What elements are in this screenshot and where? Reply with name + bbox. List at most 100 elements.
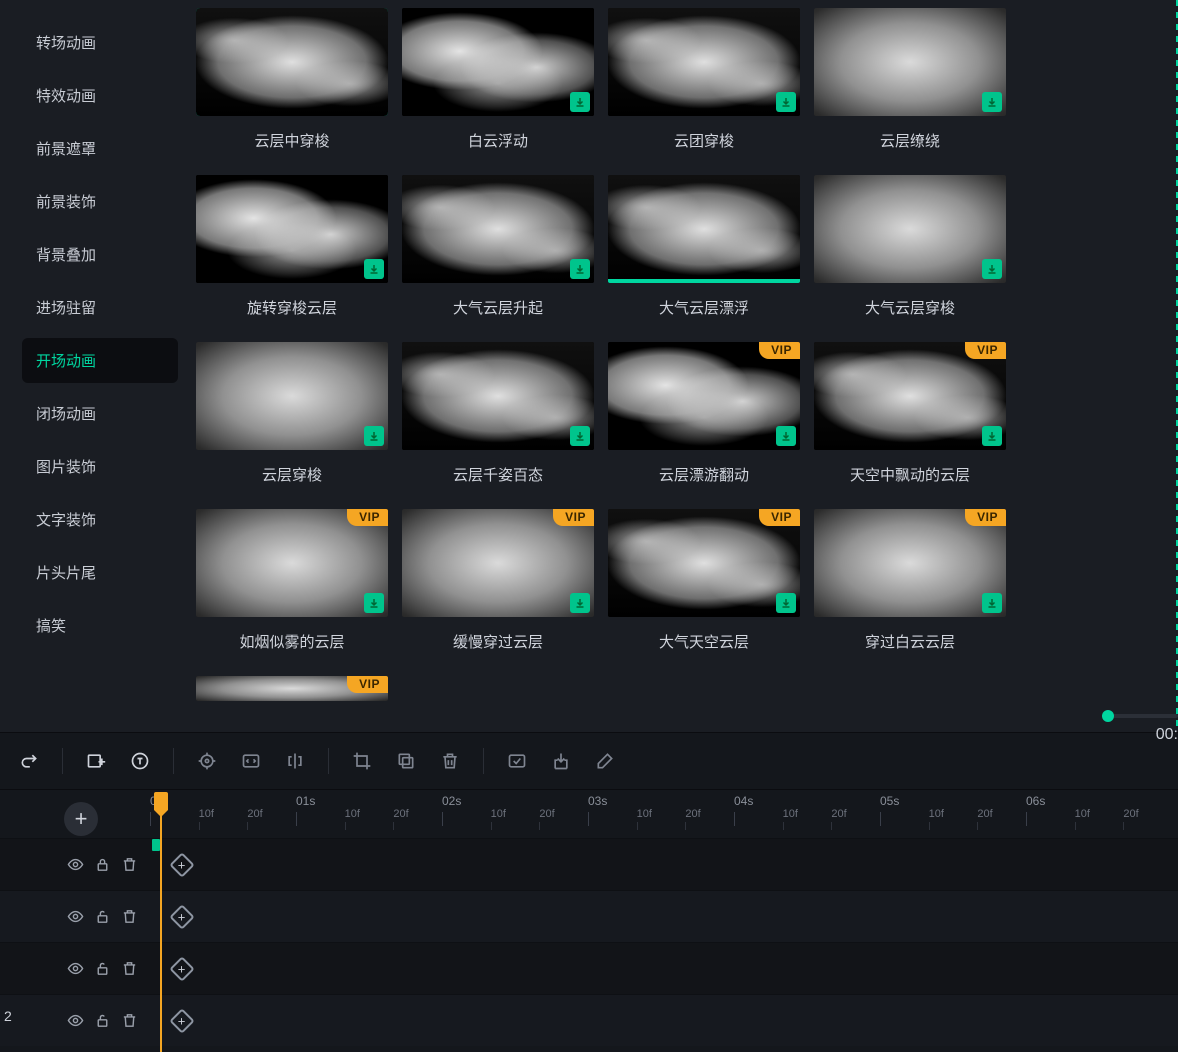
download-icon[interactable]: [982, 259, 1002, 279]
asset-card: VIP 缓慢穿过云层: [402, 509, 594, 652]
asset-thumbnail[interactable]: [814, 8, 1006, 116]
add-keyframe-button[interactable]: +: [170, 853, 194, 877]
progress-bar: [608, 279, 800, 283]
sidebar-item[interactable]: 开场动画: [22, 338, 178, 383]
asset-label: 大气云层升起: [453, 297, 543, 318]
add-track-button[interactable]: +: [64, 802, 98, 836]
sidebar-item[interactable]: 片头片尾: [22, 550, 178, 595]
asset-label: 白云浮动: [468, 130, 528, 151]
vip-badge: VIP: [759, 342, 800, 359]
asset-browser: 转场动画特效动画前景遮罩前景装饰背景叠加进场驻留开场动画闭场动画图片装饰文字装饰…: [0, 0, 1178, 732]
timeline-toolbar: [0, 732, 1178, 790]
download-icon[interactable]: [982, 426, 1002, 446]
mirror-button[interactable]: [276, 742, 314, 780]
layer-number-label: 2: [4, 1008, 12, 1024]
asset-thumbnail[interactable]: VIP: [608, 342, 800, 450]
crop-button[interactable]: [343, 742, 381, 780]
sidebar-item[interactable]: 特效动画: [22, 73, 178, 118]
asset-card: VIP: [196, 676, 388, 701]
download-icon[interactable]: [364, 593, 384, 613]
sidebar-item[interactable]: 闭场动画: [22, 391, 178, 436]
asset-label: 缓慢穿过云层: [453, 631, 543, 652]
download-icon[interactable]: [570, 426, 590, 446]
export-button[interactable]: [542, 742, 580, 780]
visibility-icon[interactable]: [67, 908, 84, 925]
trash-icon[interactable]: [121, 856, 138, 873]
asset-thumbnail[interactable]: [402, 175, 594, 283]
visibility-icon[interactable]: [67, 856, 84, 873]
add-media-button[interactable]: [77, 742, 115, 780]
asset-label: 云层缭绕: [880, 130, 940, 151]
add-keyframe-button[interactable]: +: [170, 957, 194, 981]
download-icon[interactable]: [570, 259, 590, 279]
asset-thumbnail[interactable]: [814, 175, 1006, 283]
lock-icon[interactable]: [94, 856, 111, 873]
zoom-time-readout: 00:: [1156, 726, 1178, 744]
redo-button[interactable]: [10, 742, 48, 780]
visibility-icon[interactable]: [67, 1012, 84, 1029]
download-icon[interactable]: [982, 593, 1002, 613]
timeline-ruler[interactable]: 0s10f20f01s10f20f02s10f20f03s10f20f04s10…: [150, 794, 1178, 834]
sidebar-item[interactable]: 转场动画: [22, 20, 178, 65]
preview-check-button[interactable]: [498, 742, 536, 780]
text-tool-button[interactable]: [121, 742, 159, 780]
edit-button[interactable]: [586, 742, 624, 780]
sidebar-item[interactable]: 搞笑: [22, 603, 178, 648]
asset-thumbnail[interactable]: [196, 8, 388, 116]
download-icon[interactable]: [776, 426, 796, 446]
asset-thumbnail[interactable]: VIP: [608, 509, 800, 617]
download-icon[interactable]: [982, 92, 1002, 112]
sidebar-item[interactable]: 进场驻留: [22, 285, 178, 330]
trash-icon[interactable]: [121, 1012, 138, 1029]
sidebar-item[interactable]: 背景叠加: [22, 232, 178, 277]
target-button[interactable]: [188, 742, 226, 780]
trash-icon[interactable]: [121, 908, 138, 925]
lock-icon[interactable]: [94, 960, 111, 977]
asset-thumbnail[interactable]: [402, 8, 594, 116]
asset-thumbnail[interactable]: [608, 175, 800, 283]
asset-label: 云层中穿梭: [254, 130, 329, 151]
lock-icon[interactable]: [94, 1012, 111, 1029]
asset-thumbnail[interactable]: VIP: [814, 342, 1006, 450]
download-icon[interactable]: [776, 92, 796, 112]
download-icon[interactable]: [776, 593, 796, 613]
visibility-icon[interactable]: [67, 960, 84, 977]
sidebar-item[interactable]: 图片装饰: [22, 444, 178, 489]
sidebar-item[interactable]: 前景装饰: [22, 179, 178, 224]
asset-label: 穿过白云云层: [865, 631, 955, 652]
download-icon[interactable]: [570, 92, 590, 112]
asset-thumbnail[interactable]: [402, 342, 594, 450]
sidebar-item[interactable]: 文字装饰: [22, 497, 178, 542]
asset-label: 大气云层穿梭: [865, 297, 955, 318]
asset-card: 旋转穿梭云层: [196, 175, 388, 318]
track-lane[interactable]: +: [150, 995, 1178, 1046]
timeline-track: +: [0, 994, 1178, 1046]
asset-card: 大气云层升起: [402, 175, 594, 318]
asset-thumbnail[interactable]: VIP: [402, 509, 594, 617]
lock-icon[interactable]: [94, 908, 111, 925]
copy-button[interactable]: [387, 742, 425, 780]
add-keyframe-button[interactable]: +: [170, 905, 194, 929]
asset-card: 云团穿梭: [608, 8, 800, 151]
clip-marker[interactable]: [152, 839, 160, 851]
zoom-slider[interactable]: [1108, 714, 1178, 718]
asset-thumbnail[interactable]: [196, 342, 388, 450]
code-button[interactable]: [232, 742, 270, 780]
track-lane[interactable]: +: [150, 891, 1178, 942]
download-icon[interactable]: [364, 426, 384, 446]
sidebar-item[interactable]: 前景遮罩: [22, 126, 178, 171]
track-lane[interactable]: +: [150, 943, 1178, 994]
trash-icon[interactable]: [121, 960, 138, 977]
asset-thumbnail[interactable]: [608, 8, 800, 116]
track-lane[interactable]: +: [150, 839, 1178, 890]
asset-card: VIP云层漂游翻动: [608, 342, 800, 485]
asset-thumbnail[interactable]: VIP: [196, 676, 388, 701]
asset-thumbnail[interactable]: VIP: [814, 509, 1006, 617]
asset-thumbnail[interactable]: [196, 175, 388, 283]
delete-button[interactable]: [431, 742, 469, 780]
asset-thumbnail[interactable]: VIP: [196, 509, 388, 617]
playhead[interactable]: [160, 794, 162, 1052]
download-icon[interactable]: [364, 259, 384, 279]
download-icon[interactable]: [570, 593, 590, 613]
add-keyframe-button[interactable]: +: [170, 1009, 194, 1033]
